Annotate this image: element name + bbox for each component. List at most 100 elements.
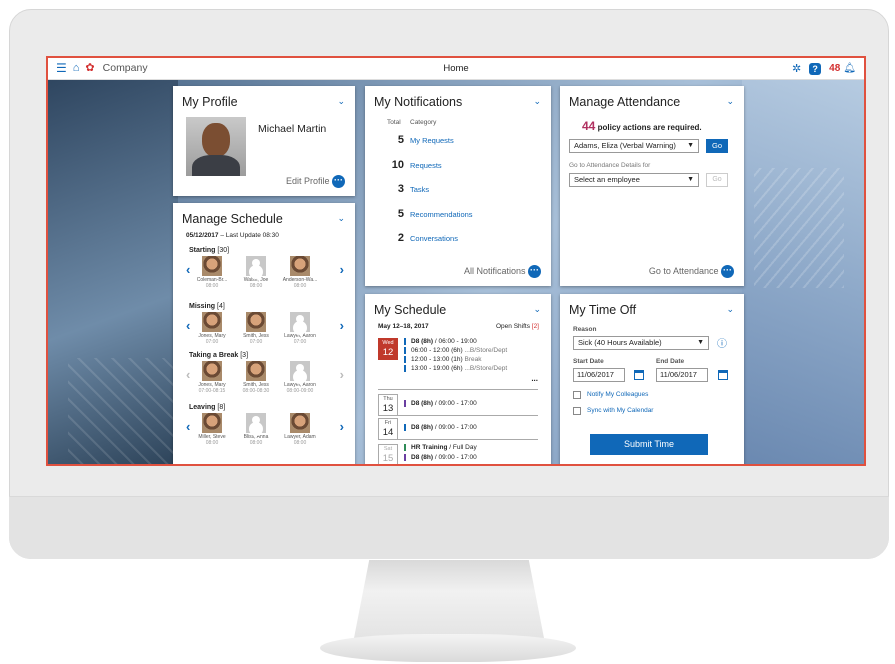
notification-category-link[interactable]: Requests [410,161,442,170]
notification-total: 3 [397,183,404,195]
person[interactable]: Coleman-Br... 08:00 [194,256,230,289]
person-time: 08:00 [293,440,307,446]
ellipsis[interactable]: ... [531,374,538,383]
schedule-day[interactable]: Sat 15 HR Training / Full Day D8 (8h) / 09:… [378,444,538,464]
open-shifts-link[interactable]: Open Shifts [496,323,530,330]
last-update: – Last Update 08:30 [220,232,279,239]
notification-category-link[interactable]: Recommendations [410,210,473,219]
calendar-icon[interactable] [634,370,644,380]
group-title: Taking a Break [3] [189,352,249,359]
chevron-left-icon[interactable]: ‹ [186,419,190,434]
chevron-left-icon[interactable]: ‹ [186,318,190,333]
top-bar: ☰ ⌂ ✿ Company Home ✲ ? 48 🔔︎ [48,58,864,80]
person[interactable]: Bliss, Anna 08:00 [238,413,274,446]
alert-count[interactable]: 48 [829,63,840,74]
person[interactable]: Walsh, Joe 08:00 [238,256,274,289]
go-button[interactable]: Go [706,139,728,153]
open-shifts-count: [2] [531,323,539,330]
chevron-right-icon[interactable]: › [340,419,344,434]
notification-total: 2 [397,232,404,244]
notification-total: 5 [397,134,404,146]
person[interactable]: Lawyer, Aaron 07:00 [282,312,318,345]
start-date-input[interactable]: 11/06/2017 [573,368,625,382]
person[interactable]: Smith, Jess 08:00-08:30 [238,361,274,394]
monitor-stand [354,560,544,638]
more-icon[interactable]: ··· [332,175,345,188]
page-title: Home [443,63,469,74]
person[interactable]: Miller, Steve 08:00 [194,413,230,446]
schedule-day[interactable]: Wed 12 D8 (8h) / 06:00 - 19:00 06:00 - 12:0… [378,338,538,390]
details-go-button[interactable]: Go [706,173,728,187]
chevron-down-icon[interactable]: ⌄ [726,304,734,315]
schedule-range: May 12–18, 2017 [378,323,429,330]
submit-time-button[interactable]: Submit Time [590,434,708,455]
avatar [290,413,310,433]
more-icon[interactable]: ··· [721,265,734,278]
manage-attendance-card: Manage Attendance ⌄ 44 policy actions ar… [560,86,744,286]
people-row: ‹ › Jones, Mary 07:00-08:15 Smith, Jess 08:00… [186,361,344,401]
chevron-right-icon[interactable]: › [340,367,344,382]
chevron-down-icon[interactable]: ⌄ [337,213,345,224]
chevron-right-icon[interactable]: › [340,318,344,333]
more-icon[interactable]: ··· [528,265,541,278]
avatar [202,361,222,381]
all-notifications-link[interactable]: All Notifications [464,266,526,276]
notify-label[interactable]: Notify My Colleagues [587,391,648,398]
notification-category-link[interactable]: My Requests [410,136,454,145]
person-time: 08:00 [293,283,307,289]
notification-row[interactable]: 5 Recommendations [378,208,538,222]
schedule-day[interactable]: Thu 13 D8 (8h) / 09:00 - 17:00 [378,394,538,416]
start-date-label: Start Date [573,358,604,365]
chevron-down-icon[interactable]: ⌄ [726,96,734,107]
person[interactable]: Lawyer, Adam 08:00 [282,413,318,446]
chevron-left-icon[interactable]: ‹ [186,367,190,382]
reason-select[interactable]: Sick (40 Hours Available) ▼ [573,336,709,350]
edit-profile-link[interactable]: Edit Profile [286,176,330,186]
person[interactable]: Jones, Mary 07:00 [194,312,230,345]
help-icon[interactable]: ? [809,62,822,75]
schedule-day[interactable]: Fri 14 D8 (8h) / 09:00 - 17:00 [378,418,538,440]
people-row: ‹ › Miller, Steve 08:00 Bliss, Anna 08:00 Lawy… [186,413,344,453]
chevron-left-icon[interactable]: ‹ [186,262,190,277]
people-row: ‹ › Coleman-Br... 08:00 Walsh, Joe 08:00 Ander… [186,256,344,296]
monitor-chin [9,496,889,559]
avatar [186,117,246,176]
day-badge: Thu 13 [378,394,398,416]
notification-row[interactable]: 10 Requests [378,159,538,173]
info-icon[interactable]: ⓘ [717,335,727,350]
go-to-attendance-link[interactable]: Go to Attendance [649,266,719,276]
sync-label[interactable]: Sync with My Calendar [587,407,653,414]
notification-category-link[interactable]: Tasks [410,185,429,194]
person[interactable]: Smith, Jess 07:00 [238,312,274,345]
bell-icon[interactable]: 🔔︎ [843,63,856,74]
person[interactable]: Anderson-Wa... 08:00 [282,256,318,289]
person-time: 08:00-08:30 [242,388,270,394]
card-title: My Notifications [374,95,463,109]
notification-row[interactable]: 3 Tasks [378,183,538,197]
shift-line: D8 (8h) / 09:00 - 17:00 [404,454,477,461]
card-title: My Profile [182,95,238,109]
shift-line: 06:00 - 12:00 (6h) ...B/Store/Dept [404,347,507,354]
employee-select[interactable]: Adams, Eliza (Verbal Warning) ▼ [569,139,699,153]
day-badge: Fri 14 [378,418,398,440]
details-employee-select[interactable]: Select an employee ▼ [569,173,699,187]
person-time: 07:00 [205,339,219,345]
person-time: 07:00 [293,339,307,345]
end-date-input[interactable]: 11/06/2017 [656,368,708,382]
notification-row[interactable]: 5 My Requests [378,134,538,148]
notification-category-link[interactable]: Conversations [410,234,458,243]
avatar [290,256,310,276]
sync-checkbox[interactable] [573,407,581,415]
person-time: 07:00 [249,339,263,345]
my-schedule-card: My Schedule ⌄ May 12–18, 2017 Open Shift… [365,294,551,464]
chevron-down-icon[interactable]: ⌄ [533,304,541,315]
chevron-right-icon[interactable]: › [340,262,344,277]
notify-checkbox[interactable] [573,391,581,399]
person[interactable]: Lawyer, Aaron 08:00-09:00 [282,361,318,394]
chevron-down-icon[interactable]: ⌄ [337,96,345,107]
person[interactable]: Jones, Mary 07:00-08:15 [194,361,230,394]
settings-icon[interactable]: ✲ [792,62,801,75]
notification-row[interactable]: 2 Conversations [378,232,538,246]
chevron-down-icon[interactable]: ⌄ [533,96,541,107]
calendar-icon[interactable] [718,370,728,380]
